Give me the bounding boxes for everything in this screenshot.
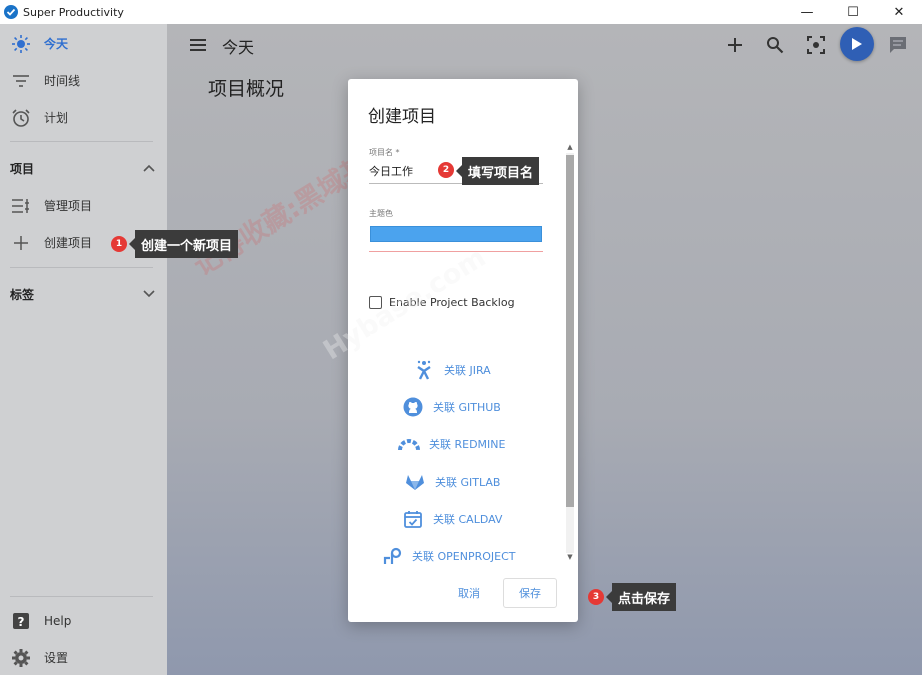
app-logo-icon bbox=[4, 5, 18, 19]
add-task-icon[interactable] bbox=[724, 34, 746, 56]
calendar-icon bbox=[402, 508, 424, 530]
divider bbox=[10, 596, 153, 597]
link-label: 关联 GITLAB bbox=[435, 476, 501, 489]
chevron-up-icon bbox=[143, 161, 155, 175]
title-bar: Super Productivity — ☐ ✕ bbox=[0, 0, 922, 24]
window-title: Super Productivity bbox=[23, 5, 124, 19]
redmine-icon bbox=[398, 433, 420, 455]
project-name-label: 项目名 * bbox=[369, 148, 400, 157]
page-heading: 项目概况 bbox=[208, 78, 285, 100]
section-title: 项目 bbox=[10, 161, 35, 176]
minimize-button[interactable]: — bbox=[784, 0, 830, 24]
list-settings-icon bbox=[10, 195, 32, 217]
sidebar-item-label: 设置 bbox=[44, 651, 69, 665]
play-button[interactable] bbox=[840, 27, 874, 61]
link-gitlab-button[interactable]: 关联 GITLAB bbox=[404, 470, 500, 494]
theme-color-label: 主题色 bbox=[369, 209, 393, 218]
cancel-button[interactable]: 取消 bbox=[445, 578, 493, 608]
annotation-badge: 2 bbox=[438, 162, 454, 178]
chevron-down-icon bbox=[143, 287, 155, 301]
sidebar-item-label: Help bbox=[44, 613, 72, 628]
backlog-label: Enable Project Backlog bbox=[389, 296, 515, 309]
sidebar-item-plan[interactable]: 计划 bbox=[0, 99, 167, 136]
page-title: 今天 bbox=[222, 38, 255, 57]
scroll-up-arrow-icon[interactable]: ▲ bbox=[566, 143, 574, 151]
search-icon[interactable] bbox=[764, 34, 786, 56]
notes-icon[interactable] bbox=[887, 34, 909, 56]
sidebar-item-label: 计划 bbox=[44, 111, 69, 125]
annotation-callout: 创建一个新项目 bbox=[128, 230, 239, 258]
focus-mode-icon[interactable] bbox=[805, 34, 827, 56]
sun-icon bbox=[10, 33, 32, 55]
save-button[interactable]: 保存 bbox=[503, 578, 557, 608]
annotation-callout: 填写项目名 bbox=[455, 157, 540, 185]
maximize-button[interactable]: ☐ bbox=[830, 0, 876, 24]
sidebar-item-settings[interactable]: 设置 bbox=[0, 639, 167, 675]
annotation-badge: 1 bbox=[111, 236, 127, 252]
github-icon bbox=[402, 396, 424, 418]
help-icon: ? bbox=[10, 610, 32, 632]
link-jira-button[interactable]: 关联 JIRA bbox=[413, 358, 491, 382]
top-bar: 今天 bbox=[167, 24, 922, 66]
backlog-checkbox[interactable] bbox=[369, 296, 382, 309]
sidebar-item-label: 创建项目 bbox=[44, 236, 93, 250]
dialog-scrollbar[interactable]: ▲ ▼ bbox=[564, 141, 576, 564]
link-label: 关联 CALDAV bbox=[433, 513, 503, 526]
section-title: 标签 bbox=[10, 287, 35, 302]
sidebar-item-manage-projects[interactable]: 管理项目 bbox=[0, 187, 167, 224]
sidebar-item-label: 今天 bbox=[44, 37, 69, 51]
gitlab-icon bbox=[404, 471, 426, 493]
tags-section-header[interactable]: 标签 bbox=[10, 282, 155, 306]
link-caldav-button[interactable]: 关联 CALDAV bbox=[402, 507, 502, 531]
play-icon bbox=[852, 38, 862, 50]
theme-color-swatch[interactable] bbox=[370, 226, 542, 242]
alarm-clock-icon bbox=[10, 107, 32, 129]
hamburger-menu-icon[interactable] bbox=[189, 36, 207, 54]
scroll-thumb[interactable] bbox=[566, 155, 574, 507]
sidebar-item-help[interactable]: ? Help bbox=[0, 602, 167, 639]
divider bbox=[10, 267, 153, 268]
annotation-callout: 点击保存 bbox=[605, 583, 677, 611]
openproject-icon bbox=[381, 545, 403, 567]
scroll-down-arrow-icon[interactable]: ▼ bbox=[566, 553, 574, 561]
color-underline bbox=[369, 251, 543, 252]
plus-icon bbox=[10, 232, 32, 254]
link-redmine-button[interactable]: 关联 REDMINE bbox=[398, 432, 505, 456]
link-openproject-button[interactable]: 关联 OPENPROJECT bbox=[381, 544, 516, 568]
close-button[interactable]: ✕ bbox=[876, 0, 922, 24]
timeline-icon bbox=[10, 70, 32, 92]
annotation-badge: 3 bbox=[588, 589, 604, 605]
gear-icon bbox=[10, 647, 32, 669]
link-label: 关联 GITHUB bbox=[433, 401, 501, 414]
projects-section-header[interactable]: 项目 bbox=[10, 156, 155, 180]
sidebar-item-label: 管理项目 bbox=[44, 199, 93, 213]
svg-text:?: ? bbox=[18, 615, 25, 629]
sidebar: 今天 时间线 计划 项目 管理项目 创建项目 标签 ? Help 设置 bbox=[0, 24, 167, 675]
sidebar-item-label: 时间线 bbox=[44, 74, 81, 88]
link-label: 关联 OPENPROJECT bbox=[412, 550, 516, 563]
sidebar-item-timeline[interactable]: 时间线 bbox=[0, 62, 167, 99]
dialog-title: 创建项目 bbox=[368, 107, 436, 127]
sidebar-item-today[interactable]: 今天 bbox=[0, 25, 167, 62]
project-name-input[interactable]: 今日工作 bbox=[369, 163, 413, 179]
link-label: 关联 JIRA bbox=[444, 364, 491, 377]
link-label: 关联 REDMINE bbox=[429, 438, 506, 451]
jira-icon bbox=[413, 359, 435, 381]
divider bbox=[10, 141, 153, 142]
link-github-button[interactable]: 关联 GITHUB bbox=[402, 395, 501, 419]
